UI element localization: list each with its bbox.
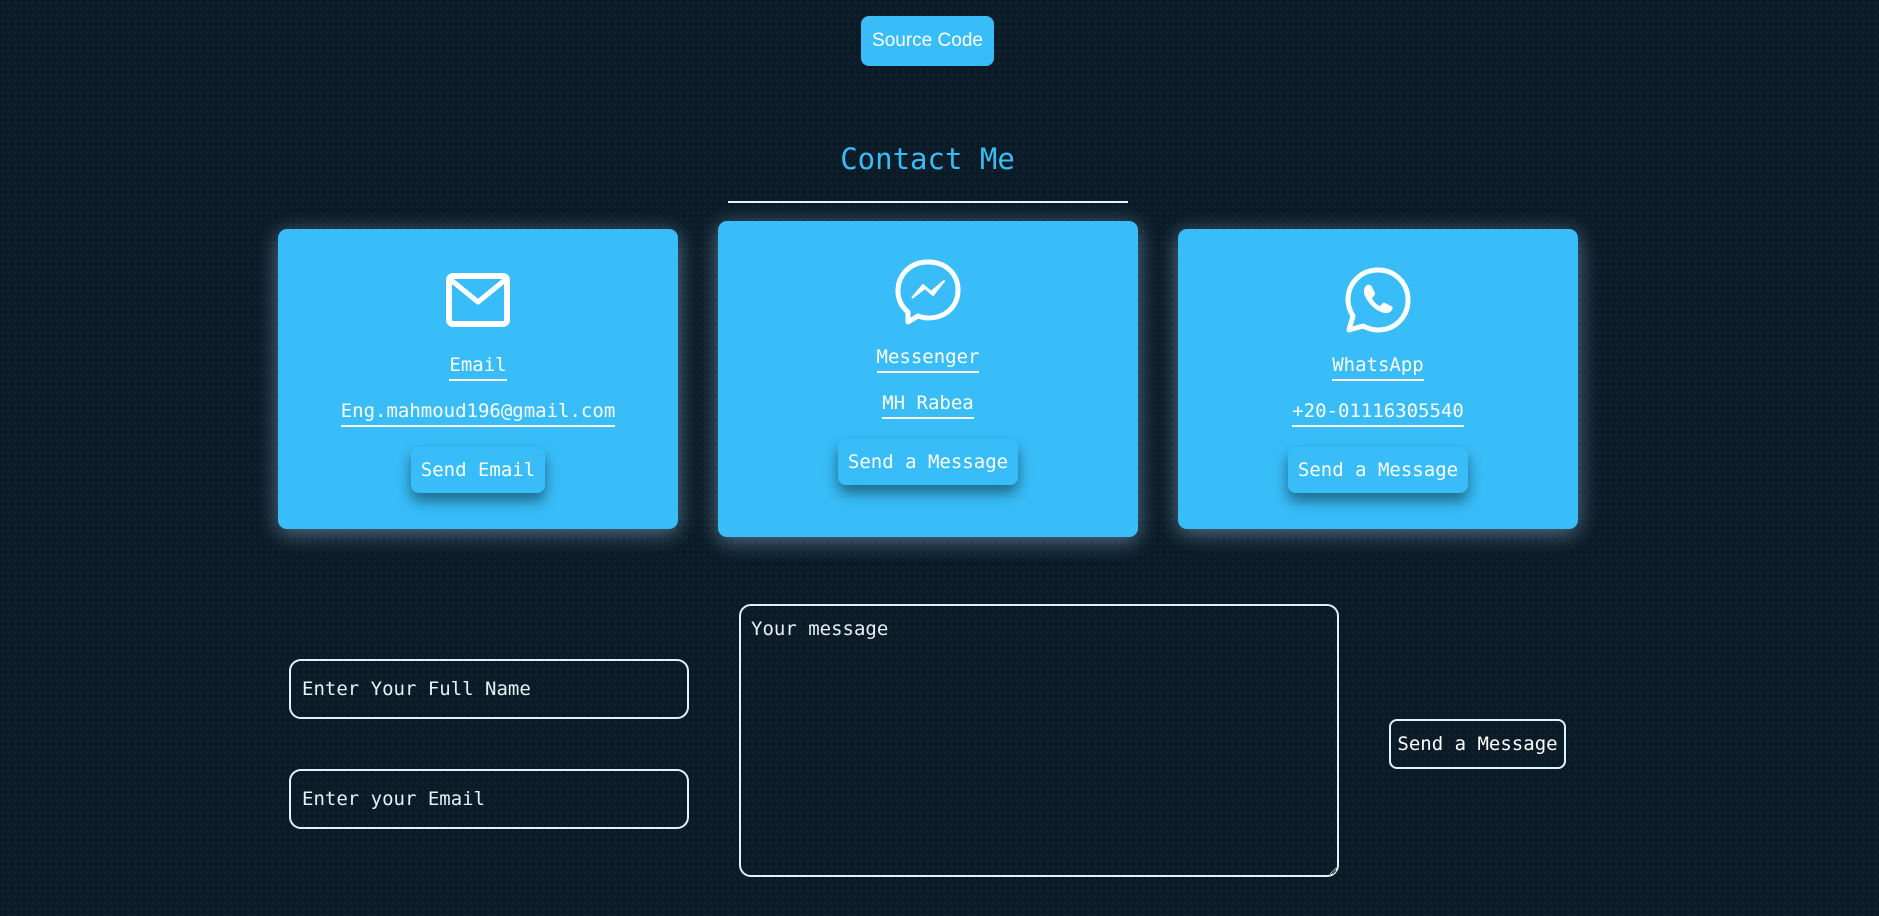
full-name-input[interactable] bbox=[289, 659, 689, 719]
message-textarea[interactable] bbox=[739, 604, 1339, 877]
whatsapp-card: WhatsApp +20-01116305540 Send a Message bbox=[1178, 229, 1578, 529]
messenger-card: Messenger MH Rabea Send a Message bbox=[718, 221, 1138, 537]
title-underline bbox=[728, 201, 1128, 203]
send-message-button[interactable]: Send a Message bbox=[1389, 719, 1566, 769]
whatsapp-icon bbox=[1343, 265, 1413, 335]
whatsapp-send-button[interactable]: Send a Message bbox=[1287, 447, 1469, 493]
section-title: Contact Me bbox=[840, 142, 1015, 176]
messenger-send-button[interactable]: Send a Message bbox=[837, 439, 1019, 485]
send-email-button[interactable]: Send Email bbox=[410, 447, 546, 493]
whatsapp-number[interactable]: +20-01116305540 bbox=[1292, 399, 1464, 427]
email-label[interactable]: Email bbox=[449, 353, 507, 381]
messenger-icon bbox=[893, 257, 963, 327]
envelope-icon bbox=[443, 265, 513, 335]
messenger-name[interactable]: MH Rabea bbox=[882, 391, 974, 419]
email-card: Email Eng.mahmoud196@gmail.com Send Emai… bbox=[278, 229, 678, 529]
email-address[interactable]: Eng.mahmoud196@gmail.com bbox=[340, 399, 616, 427]
source-code-button[interactable]: Source Code bbox=[861, 16, 994, 66]
messenger-label[interactable]: Messenger bbox=[876, 345, 980, 373]
whatsapp-label[interactable]: WhatsApp bbox=[1332, 353, 1424, 381]
email-input[interactable] bbox=[289, 769, 689, 829]
